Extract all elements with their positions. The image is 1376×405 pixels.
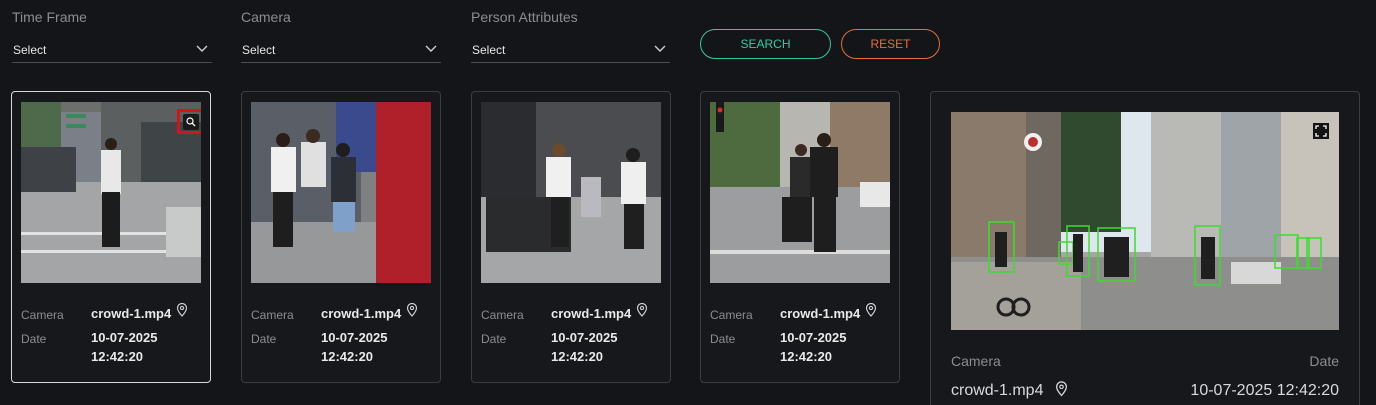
detail-camera-value: crowd-1.mp4 xyxy=(951,382,1044,399)
location-pin-icon xyxy=(865,303,877,317)
filter-camera: Camera Select xyxy=(241,8,441,63)
time-frame-select[interactable]: Select xyxy=(12,37,212,63)
location-pin-icon xyxy=(406,303,418,317)
chevron-down-icon xyxy=(425,45,437,52)
time-value: 12:42:20 xyxy=(551,349,604,364)
date-value: 10-07-2025 xyxy=(551,330,618,345)
person-attributes-select[interactable]: Select xyxy=(471,37,670,63)
camera-label: Camera xyxy=(251,308,294,322)
date-label: Date xyxy=(251,332,277,346)
time-value: 12:42:20 xyxy=(780,349,833,364)
time-value: 12:42:20 xyxy=(321,349,374,364)
camera-select[interactable]: Select xyxy=(241,37,441,63)
time-value: 12:42:20 xyxy=(91,349,144,364)
date-value: 10-07-2025 xyxy=(91,330,158,345)
filter-label: Person Attributes xyxy=(471,9,578,25)
filter-label: Camera xyxy=(241,9,291,25)
magnifier-icon xyxy=(186,116,196,126)
result-card[interactable]: Camera crowd-1.mp4 Date 10-07-2025 12:42… xyxy=(11,91,211,383)
camera-label: Camera xyxy=(21,308,64,322)
detail-date-label: Date xyxy=(1309,353,1339,369)
zoom-button[interactable] xyxy=(177,109,201,134)
select-value: Select xyxy=(13,42,47,57)
location-pin-icon xyxy=(1055,381,1068,397)
camera-value: crowd-1.mp4 xyxy=(321,306,402,321)
result-card[interactable]: Camera crowd-1.mp4 Date 10-07-2025 12:42… xyxy=(471,91,671,383)
filter-label: Time Frame xyxy=(12,9,87,25)
detail-panel: Camera Date crowd-1.mp4 10-07-2025 12:42… xyxy=(930,91,1360,405)
chevron-down-icon xyxy=(196,45,208,52)
result-thumbnail[interactable] xyxy=(710,102,890,283)
detail-frame xyxy=(951,112,1339,330)
expand-icon xyxy=(1315,125,1327,137)
result-thumbnail[interactable] xyxy=(481,102,661,283)
result-thumbnail[interactable] xyxy=(21,102,201,283)
result-card[interactable]: Camera crowd-1.mp4 Date 10-07-2025 12:42… xyxy=(700,91,900,383)
date-label: Date xyxy=(21,332,47,346)
result-card[interactable]: Camera crowd-1.mp4 Date 10-07-2025 12:42… xyxy=(241,91,441,383)
location-pin-icon xyxy=(636,303,648,317)
location-pin-icon xyxy=(176,303,188,317)
filter-time-frame: Time Frame Select xyxy=(12,8,212,63)
detail-datetime-value: 10-07-2025 12:42:20 xyxy=(1190,382,1339,399)
date-value: 10-07-2025 xyxy=(780,330,847,345)
chevron-down-icon xyxy=(654,45,666,52)
detail-camera-label: Camera xyxy=(951,353,1001,369)
camera-label: Camera xyxy=(481,308,524,322)
camera-label: Camera xyxy=(710,308,753,322)
result-thumbnail[interactable] xyxy=(251,102,431,283)
select-value: Select xyxy=(242,42,276,57)
date-value: 10-07-2025 xyxy=(321,330,388,345)
date-label: Date xyxy=(481,332,507,346)
select-value: Select xyxy=(472,42,506,57)
filter-person-attributes: Person Attributes Select xyxy=(471,8,670,63)
camera-value: crowd-1.mp4 xyxy=(551,306,632,321)
fullscreen-button[interactable] xyxy=(1313,123,1329,139)
camera-value: crowd-1.mp4 xyxy=(780,306,861,321)
reset-button[interactable]: RESET xyxy=(841,29,940,59)
camera-value: crowd-1.mp4 xyxy=(91,306,172,321)
search-button[interactable]: SEARCH xyxy=(700,29,831,59)
date-label: Date xyxy=(710,332,736,346)
